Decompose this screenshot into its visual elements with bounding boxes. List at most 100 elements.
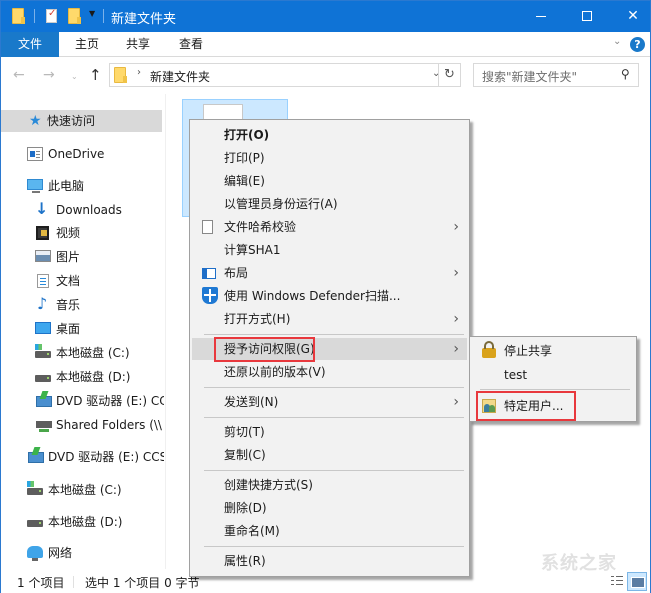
large-icons-view-icon[interactable] xyxy=(627,572,647,591)
help-icon[interactable]: ? xyxy=(630,37,645,52)
give-access-submenu: 停止共享 test 特定用户... xyxy=(469,336,637,422)
new-folder-icon[interactable] xyxy=(68,7,81,25)
sidebar-item-local-disk-d-root[interactable]: 本地磁盘 (D:) xyxy=(1,511,162,533)
close-button[interactable]: ✕ xyxy=(610,1,651,32)
navigation-bar: ← → ⌄ ↑ › 新建文件夹 ⌄ ↻ 搜索"新建文件夹" ⚲ xyxy=(1,58,650,94)
downloads-icon: ↓ xyxy=(35,199,49,218)
menu-item-rename[interactable]: 重命名(M) xyxy=(192,520,467,542)
context-menu: 打开(O) 打印(P) 编辑(E) 以管理员身份运行(A) 文件哈希校验 › 计… xyxy=(189,119,470,577)
sidebar-item-dvd-drive[interactable]: DVD 驱动器 (E:) CC xyxy=(1,390,164,412)
menu-item-open[interactable]: 打开(O) xyxy=(192,124,467,146)
menu-item-delete[interactable]: 删除(D) xyxy=(192,497,467,519)
menu-item-cut[interactable]: 剪切(T) xyxy=(192,421,467,443)
pane-divider[interactable] xyxy=(165,94,166,569)
search-input[interactable]: 搜索"新建文件夹" ⚲ xyxy=(473,63,639,87)
menu-item-copy[interactable]: 复制(C) xyxy=(192,444,467,466)
menu-item-stop-sharing[interactable]: 停止共享 xyxy=(472,340,634,362)
sidebar-item-onedrive[interactable]: OneDrive xyxy=(1,143,162,165)
menu-item-send-to[interactable]: 发送到(N) › xyxy=(192,391,467,413)
desktop-icon xyxy=(35,322,51,334)
submenu-arrow-icon: › xyxy=(453,311,459,327)
documents-icon xyxy=(37,274,49,288)
menu-separator xyxy=(204,470,464,471)
menu-item-sha1[interactable]: 计算SHA1 xyxy=(192,239,467,261)
menu-separator xyxy=(204,546,464,547)
watermark: 系统之家 xyxy=(541,553,617,574)
forward-button[interactable]: → xyxy=(43,67,55,83)
ribbon-tabs: 文件 主页 共享 查看 ⌄ ? xyxy=(1,32,650,57)
back-button[interactable]: ← xyxy=(13,67,25,83)
refresh-button[interactable]: ↻ xyxy=(438,63,461,87)
sidebar-item-local-disk-c[interactable]: 本地磁盘 (C:) xyxy=(1,342,162,364)
menu-item-print[interactable]: 打印(P) xyxy=(192,147,467,169)
breadcrumb-chevron-icon[interactable]: › xyxy=(137,67,141,78)
up-button[interactable]: ↑ xyxy=(89,66,102,84)
menu-item-file-hash[interactable]: 文件哈希校验 › xyxy=(192,216,467,238)
network-drive-icon xyxy=(36,421,52,432)
submenu-arrow-icon: › xyxy=(453,394,459,410)
menu-item-run-as-admin[interactable]: 以管理员身份运行(A) xyxy=(192,193,467,215)
star-icon: ★ xyxy=(29,113,42,129)
folder-icon xyxy=(12,7,25,25)
folder-icon xyxy=(114,67,127,86)
sidebar-item-videos[interactable]: 视频 xyxy=(1,222,162,244)
menu-separator xyxy=(204,417,464,418)
menu-item-user-test[interactable]: test xyxy=(472,364,634,386)
network-icon xyxy=(27,546,43,561)
minimize-button[interactable] xyxy=(518,1,564,32)
this-pc-icon xyxy=(27,179,43,193)
sidebar-item-shared-folders[interactable]: Shared Folders (\\ xyxy=(1,414,164,436)
selection-info: 选中 1 个项目 0 字节 xyxy=(85,576,200,590)
tab-view[interactable]: 查看 xyxy=(171,32,211,57)
page-icon xyxy=(202,220,213,234)
dvd-drive-icon xyxy=(28,452,44,463)
submenu-arrow-icon: › xyxy=(453,341,459,357)
refresh-icon: ↻ xyxy=(444,67,455,82)
sidebar-item-this-pc[interactable]: 此电脑 xyxy=(1,175,162,197)
customize-toolbar-icon[interactable]: ▼ xyxy=(89,9,95,18)
drive-c-icon xyxy=(35,344,51,358)
item-count: 1 个项目 xyxy=(17,576,65,590)
sidebar-item-downloads[interactable]: ↓ Downloads xyxy=(1,199,162,221)
menu-item-layout[interactable]: 布局 › xyxy=(192,262,467,284)
menu-separator xyxy=(204,387,464,388)
close-icon: ✕ xyxy=(627,8,639,24)
sidebar-item-documents[interactable]: 文档 xyxy=(1,270,162,292)
pictures-icon xyxy=(35,250,51,262)
sidebar-item-dvd-drive-root[interactable]: DVD 驱动器 (E:) CCS xyxy=(1,446,164,468)
quick-access-separator xyxy=(34,9,35,23)
sidebar-item-local-disk-c-root[interactable]: 本地磁盘 (C:) xyxy=(1,479,162,501)
explorer-window: ▼ 新建文件夹 ✕ 文件 主页 共享 查看 ⌄ ? ← → ⌄ ↑ › 新建文件… xyxy=(0,0,651,593)
sidebar-item-local-disk-d[interactable]: 本地磁盘 (D:) xyxy=(1,366,162,388)
sidebar-item-network[interactable]: 网络 xyxy=(1,542,162,564)
expand-ribbon-icon[interactable]: ⌄ xyxy=(613,36,621,47)
maximize-icon xyxy=(582,11,592,21)
menu-item-properties[interactable]: 属性(R) xyxy=(192,550,467,572)
sidebar-item-music[interactable]: ♪ 音乐 xyxy=(1,294,162,316)
sidebar-item-desktop[interactable]: 桌面 xyxy=(1,318,162,340)
recent-locations-button[interactable]: ⌄ xyxy=(71,72,78,81)
search-placeholder: 搜索"新建文件夹" xyxy=(482,70,578,84)
sidebar-item-quick-access[interactable]: ★ 快速访问 xyxy=(1,110,162,132)
drive-icon xyxy=(35,375,51,382)
search-icon[interactable]: ⚲ xyxy=(621,67,630,81)
tab-file[interactable]: 文件 xyxy=(1,32,59,57)
breadcrumb-current-folder[interactable]: 新建文件夹 xyxy=(150,68,210,85)
details-view-icon[interactable] xyxy=(610,574,624,588)
tab-home[interactable]: 主页 xyxy=(67,32,107,57)
status-separator xyxy=(73,576,74,588)
tab-share[interactable]: 共享 xyxy=(118,32,158,57)
menu-separator xyxy=(480,389,630,390)
maximize-button[interactable] xyxy=(564,1,610,32)
menu-item-open-with[interactable]: 打开方式(H) › xyxy=(192,308,467,330)
address-bar[interactable]: › 新建文件夹 ⌄ xyxy=(109,63,461,87)
menu-item-restore-versions[interactable]: 还原以前的版本(V) xyxy=(192,361,467,383)
navigation-pane: ★ 快速访问 OneDrive 此电脑 ↓ Downloads 视频 图片 文档 xyxy=(1,94,165,569)
menu-item-create-shortcut[interactable]: 创建快捷方式(S) xyxy=(192,474,467,496)
menu-item-edit[interactable]: 编辑(E) xyxy=(192,170,467,192)
sidebar-item-pictures[interactable]: 图片 xyxy=(1,246,162,268)
submenu-arrow-icon: › xyxy=(453,265,459,281)
properties-icon[interactable] xyxy=(46,7,57,25)
menu-item-defender-scan[interactable]: 使用 Windows Defender扫描... xyxy=(192,285,467,307)
submenu-arrow-icon: › xyxy=(453,219,459,235)
